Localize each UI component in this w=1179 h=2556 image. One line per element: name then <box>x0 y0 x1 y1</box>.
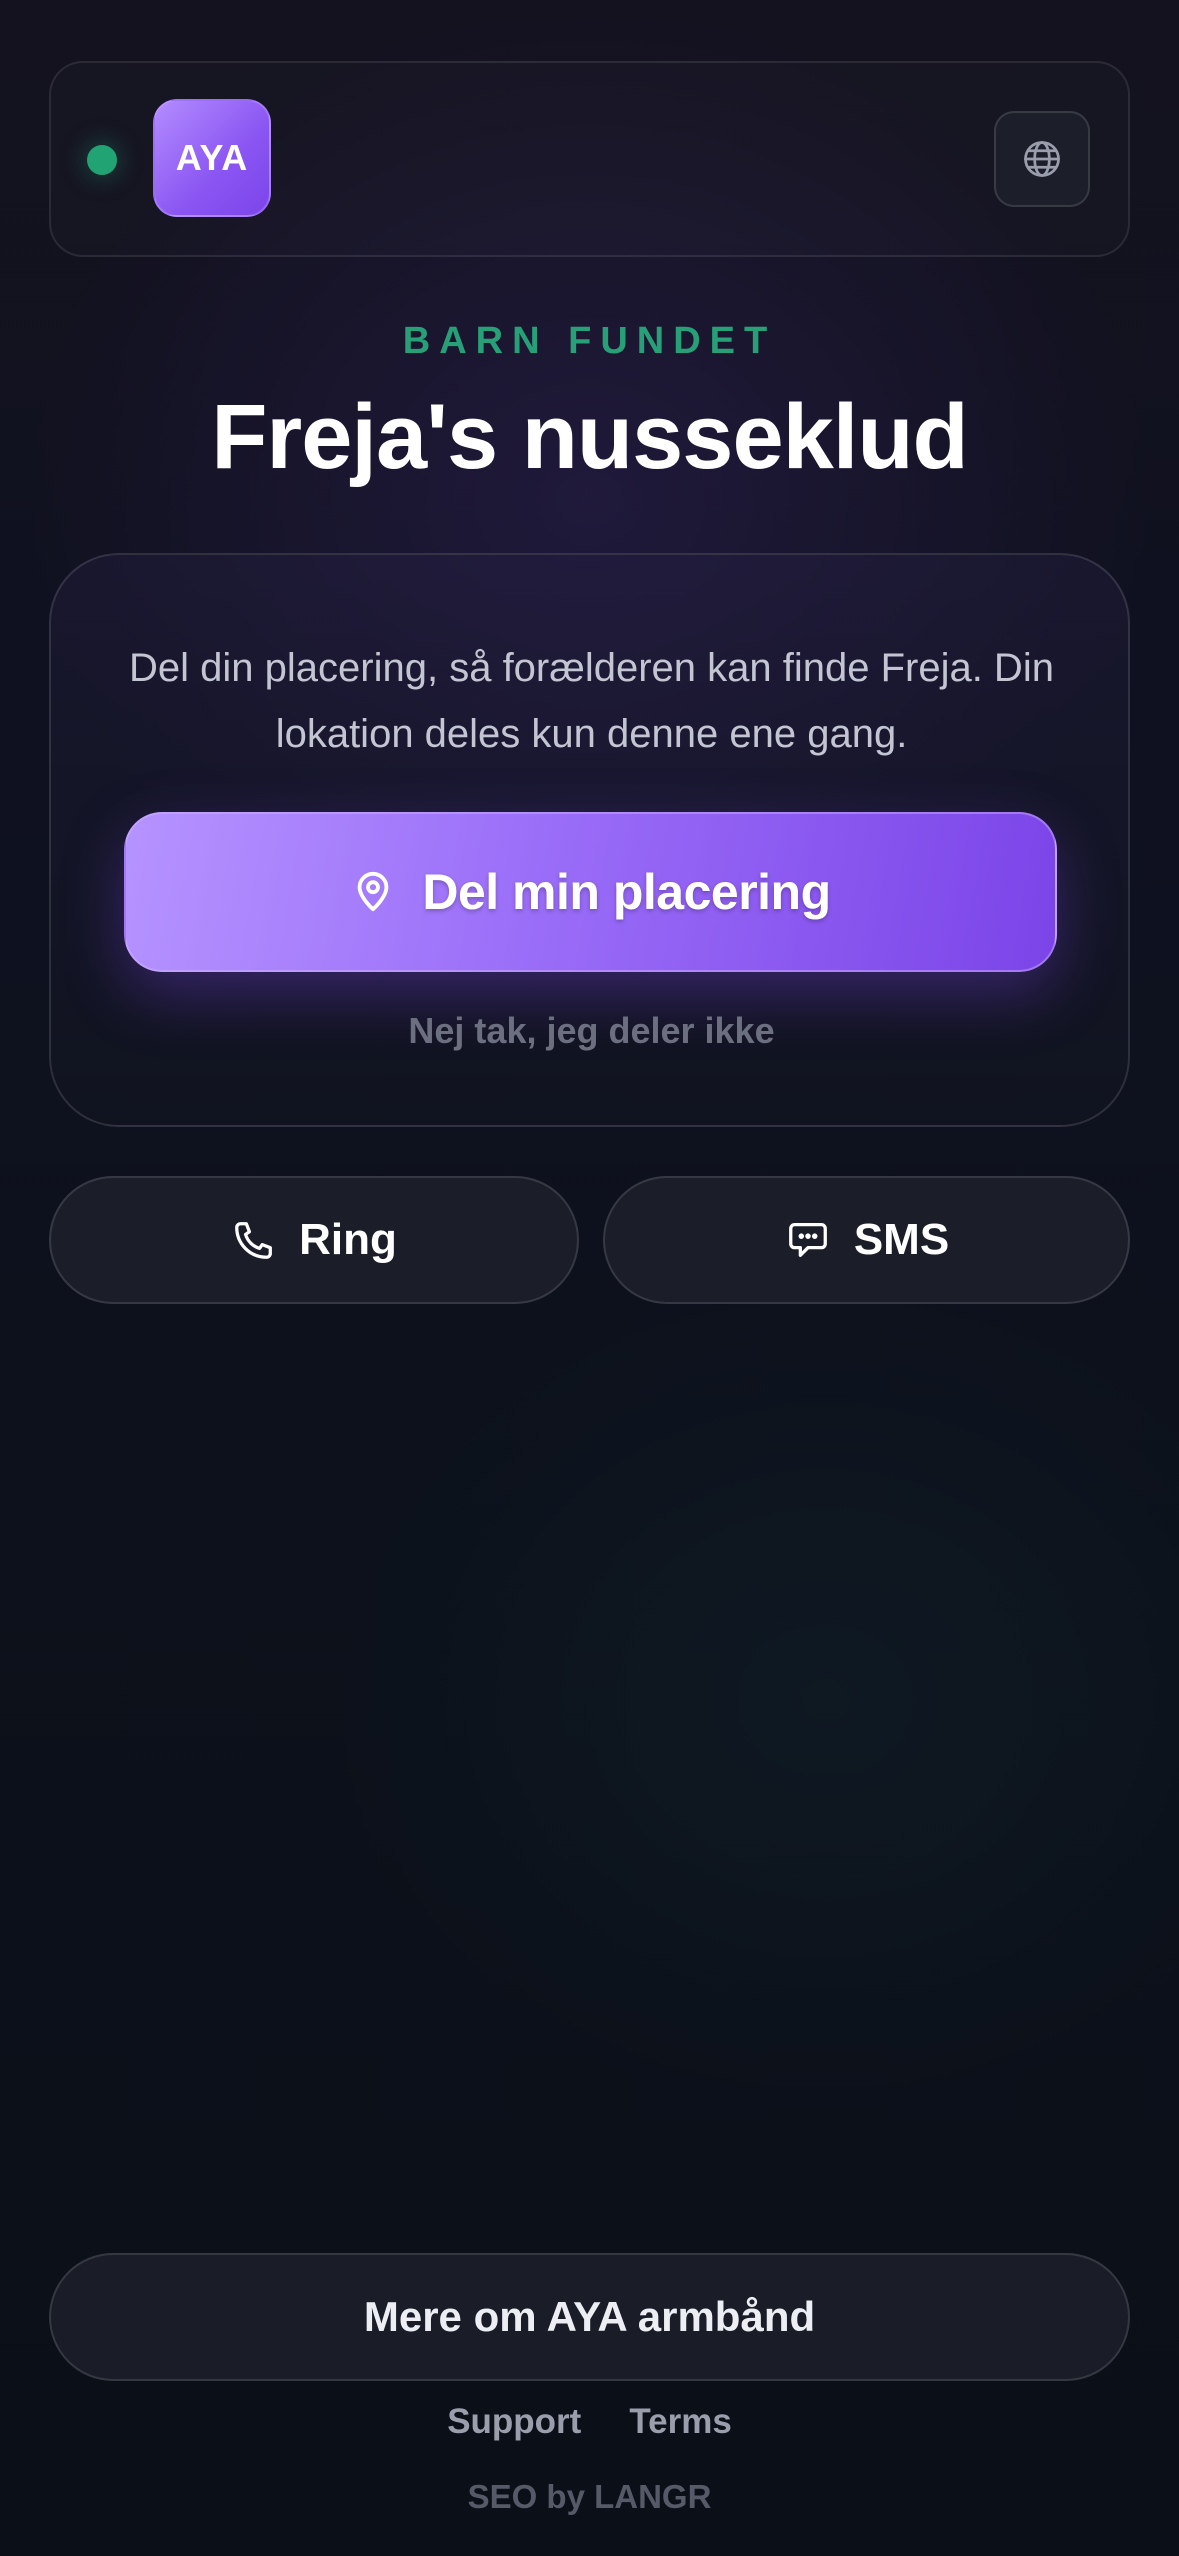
seo-credit[interactable]: SEO by LANGR <box>0 2478 1179 2516</box>
chat-bubble-icon <box>788 1223 827 1257</box>
phone-icon <box>235 1222 273 1259</box>
decline-share-link[interactable]: Nej tak, jeg deler ikke <box>51 1010 1132 1052</box>
sms-button-label: SMS <box>853 1215 950 1264</box>
share-location-button[interactable]: Del min placering <box>124 812 1057 972</box>
globe-icon <box>1024 141 1060 177</box>
more-about-button[interactable]: Mere om AYA armbånd <box>49 2253 1130 2381</box>
call-button[interactable]: Ring <box>49 1176 579 1304</box>
terms-link[interactable]: Terms <box>629 2402 731 2442</box>
share-button-label: Del min placering <box>422 864 831 920</box>
page-title: Freja's nusseklud <box>211 386 969 488</box>
sms-button[interactable]: SMS <box>603 1176 1130 1304</box>
footer-links: Support Terms <box>0 2402 1179 2442</box>
language-button[interactable] <box>994 111 1090 207</box>
status-indicator <box>87 145 117 175</box>
aya-logo[interactable]: AYA <box>153 99 271 217</box>
header-bar: AYA <box>49 61 1130 257</box>
share-description: Del din placering, så forælderen kan fin… <box>129 646 1054 756</box>
location-pin-icon <box>358 871 389 912</box>
call-button-label: Ring <box>299 1215 397 1264</box>
status-eyebrow: BARN FUNDET <box>402 320 777 362</box>
support-link[interactable]: Support <box>447 2402 581 2442</box>
share-location-card: Del din placering, så forælderen kan fin… <box>49 553 1130 1127</box>
